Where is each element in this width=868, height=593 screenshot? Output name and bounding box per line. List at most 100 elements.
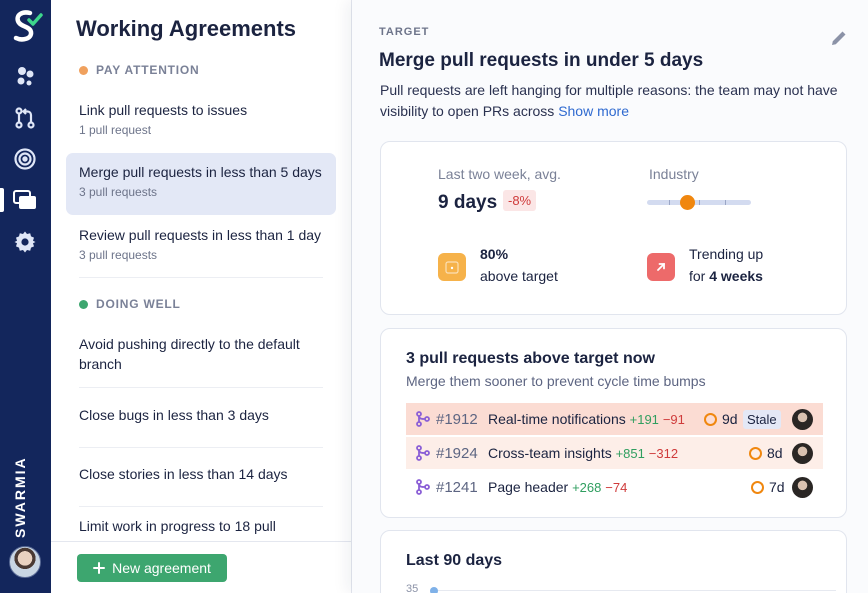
git-merge-icon [416, 479, 430, 495]
show-more-link[interactable]: Show more [558, 103, 629, 119]
above-target-stat: 80% above target [438, 243, 558, 287]
gridline [431, 590, 836, 591]
stale-badge: Stale [743, 409, 781, 429]
detail-description: Pull requests are left hanging for multi… [380, 80, 840, 122]
pr-title[interactable]: Real-time notifications +191 −91 [488, 411, 685, 427]
new-agreement-label: New agreement [112, 560, 211, 576]
pr-number: #1924 [436, 444, 478, 462]
clock-ring-icon [749, 446, 762, 460]
pr-age-value: 7d [769, 479, 785, 495]
list-item-title: Avoid pushing directly to the default br… [79, 336, 300, 372]
new-agreement-button[interactable]: New agreement [77, 554, 227, 582]
pr-title-text: Cross-team insights [488, 445, 612, 461]
swarmia-logo-icon[interactable] [10, 8, 44, 46]
list-item[interactable]: Review pull requests in less than 1 day … [66, 217, 336, 275]
nav-target-icon[interactable] [11, 145, 39, 173]
list-title: Working Agreements [76, 16, 297, 41]
pr-additions: +268 [572, 480, 602, 495]
pr-row[interactable]: #1924 Cross-team insights +851 −312 8d [406, 437, 823, 469]
list-item-count: 1 pull request [79, 123, 152, 137]
list-item-title: Close stories in less than 14 days [79, 466, 288, 482]
list-item-title: Limit work in progress to 18 pull [79, 518, 276, 534]
section-header-doing-well: DOING WELL [79, 297, 181, 311]
list-item[interactable]: Limit work in progress to 18 pull [66, 508, 336, 540]
nav-settings-gear-icon[interactable] [11, 228, 39, 256]
history-card: Last 90 days 35 [380, 530, 847, 593]
nav-working-agreements-icon[interactable] [0, 186, 39, 214]
arrow-up-right-icon [647, 253, 675, 281]
trend-weeks: 4 weeks [709, 268, 763, 284]
pr-deletions: −74 [605, 480, 628, 495]
y-axis-tick: 35 [406, 583, 419, 593]
pr-author-avatar[interactable] [792, 442, 813, 464]
industry-comparison-slider [647, 195, 751, 210]
prs-card-subtitle: Merge them sooner to prevent cycle time … [406, 373, 706, 389]
avg-label: Last two week, avg. [438, 166, 561, 182]
prs-card-title: 3 pull requests above target now [406, 350, 655, 367]
pr-age-value: 9d [722, 411, 738, 427]
avg-value: 9 days [438, 192, 498, 213]
list-footer: New agreement [51, 541, 351, 593]
pr-title[interactable]: Page header +268 −74 [488, 479, 627, 495]
list-item-selected[interactable]: Merge pull requests in less than 5 days … [66, 153, 336, 215]
trend-text: Trending up [689, 246, 764, 262]
pr-author-avatar[interactable] [792, 476, 813, 498]
pr-age: 7d [751, 479, 785, 495]
user-avatar[interactable] [9, 546, 41, 578]
trend-for: for [689, 268, 706, 284]
list-item[interactable]: Link pull requests to issues 1 pull requ… [66, 92, 336, 144]
list-item[interactable]: Close stories in less than 14 days [66, 456, 336, 504]
pr-title-text: Real-time notifications [488, 411, 626, 427]
divider [79, 447, 323, 448]
section-header-pay-attention: PAY ATTENTION [79, 63, 200, 77]
pr-author-avatar[interactable] [792, 408, 813, 430]
list-item-title: Close bugs in less than 3 days [79, 407, 269, 423]
agreements-list-panel: Working Agreements PAY ATTENTION Link pu… [51, 0, 352, 593]
pr-age-value: 8d [767, 445, 783, 461]
pr-age: 8d [749, 445, 783, 461]
edit-pencil-icon[interactable] [829, 28, 849, 48]
plus-icon [93, 562, 106, 574]
industry-position-knob [680, 195, 695, 210]
calendar-icon [438, 253, 466, 281]
pr-deletions: −312 [648, 446, 679, 461]
pr-row[interactable]: #1241 Page header +268 −74 7d [406, 471, 823, 503]
above-target-percent: 80% [480, 246, 509, 262]
clock-ring-icon [704, 412, 717, 426]
pr-title[interactable]: Cross-team insights +851 −312 [488, 445, 678, 461]
pr-age: 9d [704, 411, 738, 427]
agreement-detail-panel: TARGET Merge pull requests in under 5 da… [352, 0, 868, 593]
git-merge-icon [416, 445, 430, 461]
list-item-title: Review pull requests in less than 1 day [79, 227, 322, 243]
trend-stat: Trending up for 4 weeks [647, 243, 763, 287]
above-target-text: above target [480, 268, 558, 284]
prs-above-target-card: 3 pull requests above target now Merge t… [380, 328, 847, 518]
pr-additions: +191 [629, 412, 659, 427]
detail-title: Merge pull requests in under 5 days [379, 50, 704, 71]
clock-ring-icon [751, 480, 764, 494]
pr-number: #1241 [436, 478, 478, 496]
pr-row[interactable]: #1912 Real-time notifications +191 −91 9… [406, 403, 823, 435]
list-item-count: 3 pull requests [79, 185, 158, 199]
pr-number: #1912 [436, 410, 478, 428]
brand-wordmark: SWARMIA [12, 456, 28, 538]
pr-additions: +851 [615, 446, 645, 461]
section-label: PAY ATTENTION [96, 63, 200, 77]
divider [79, 277, 323, 278]
green-status-dot-icon [79, 299, 88, 309]
divider [79, 506, 323, 507]
orange-status-dot-icon [79, 65, 88, 75]
list-item-count: 3 pull requests [79, 248, 158, 262]
nav-insights-icon[interactable] [11, 62, 39, 90]
nav-pull-requests-icon[interactable] [11, 104, 39, 132]
list-item[interactable]: Avoid pushing directly to the default br… [66, 326, 336, 384]
data-point[interactable] [430, 587, 438, 593]
detail-kicker: TARGET [379, 26, 430, 38]
list-item[interactable]: Close bugs in less than 3 days [66, 397, 336, 445]
nav-rail: SWARMIA [0, 0, 51, 593]
pr-title-text: Page header [488, 479, 569, 495]
pr-deletions: −91 [662, 412, 685, 427]
industry-label: Industry [649, 166, 699, 182]
avg-delta-badge: -8% [503, 190, 537, 211]
section-label: DOING WELL [96, 297, 181, 311]
